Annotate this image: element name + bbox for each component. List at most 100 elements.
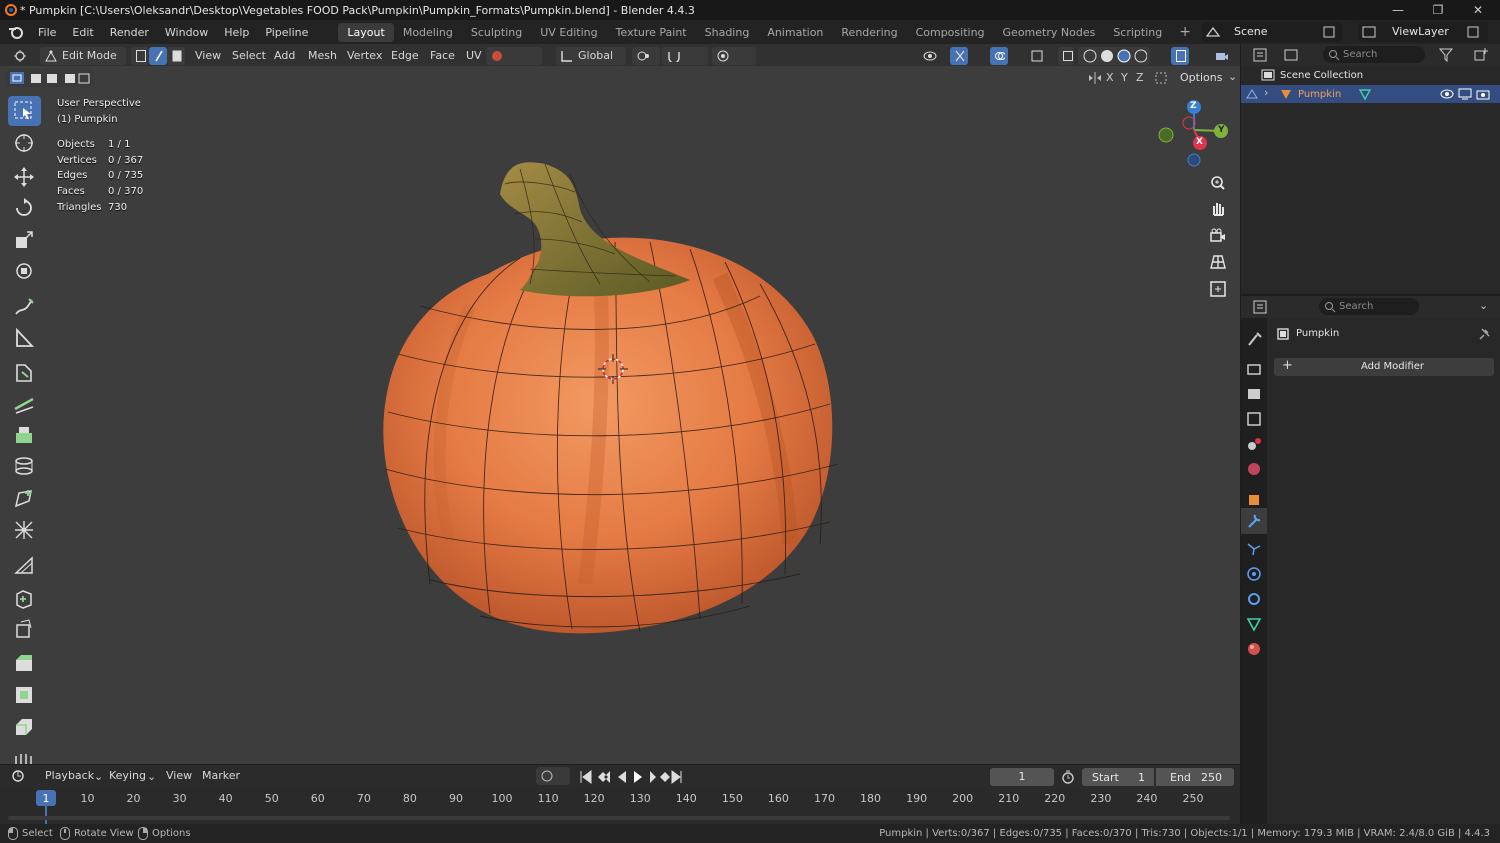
visibility-dropdown[interactable]: [918, 47, 948, 65]
tool-more[interactable]: [8, 744, 41, 764]
workspace-tab-layout[interactable]: Layout: [338, 22, 394, 42]
proportional-editing-dropdown[interactable]: [712, 47, 756, 65]
tool-add-cube[interactable]: [8, 358, 41, 388]
workspace-tab-shading[interactable]: Shading: [696, 23, 759, 42]
timeline-menu-playback[interactable]: Playback: [40, 767, 99, 785]
outliner-editor-type-icon[interactable]: [1253, 48, 1275, 62]
outliner-row-pumpkin[interactable]: › Pumpkin: [1241, 85, 1500, 103]
tool-shear[interactable]: [8, 550, 41, 580]
menu-edit[interactable]: Edit: [64, 26, 101, 39]
pivot-point-dropdown[interactable]: [632, 47, 660, 65]
workspace-tab-sculpting[interactable]: Sculpting: [462, 23, 531, 42]
new-view-layer-icon[interactable]: [1466, 25, 1480, 39]
menu-mesh[interactable]: Mesh: [303, 47, 342, 65]
tool-bevel[interactable]: [8, 680, 41, 710]
add-modifier-button[interactable]: + Add Modifier: [1274, 358, 1494, 376]
menu-face[interactable]: Face: [425, 47, 460, 65]
tool-edge-slide[interactable]: [8, 515, 41, 545]
snapping-dropdown[interactable]: [662, 47, 708, 65]
mirror-axis-z[interactable]: Z: [1136, 71, 1144, 84]
add-workspace-icon[interactable]: +: [1171, 24, 1199, 40]
data-tab-icon[interactable]: [1245, 615, 1263, 633]
workspace-tab-modeling[interactable]: Modeling: [394, 23, 462, 42]
camera-toggle-button[interactable]: [1206, 224, 1230, 248]
constraints-tab-icon[interactable]: [1245, 590, 1263, 608]
mesh-edit-overlay-dropdown[interactable]: [1026, 47, 1054, 65]
tool-annotate[interactable]: [8, 292, 41, 322]
render-tab-icon[interactable]: [1245, 360, 1263, 378]
workspace-tab-animation[interactable]: Animation: [758, 23, 832, 42]
timeline-scrollbar[interactable]: [8, 816, 1230, 820]
perspective-toggle-button[interactable]: [1206, 250, 1230, 274]
start-frame-field[interactable]: Start 1: [1082, 768, 1154, 786]
face-select-button[interactable]: [167, 47, 185, 65]
new-scene-icon[interactable]: [1322, 25, 1336, 39]
attribute-display-dropdown[interactable]: [486, 47, 542, 65]
tool-extrude[interactable]: [8, 420, 41, 450]
mirror-icon[interactable]: [1088, 72, 1102, 84]
menu-file[interactable]: File: [30, 26, 64, 39]
camera-view-icon[interactable]: [1210, 47, 1234, 65]
object-tab-icon[interactable]: [1245, 491, 1263, 509]
new-collection-icon[interactable]: [1473, 48, 1495, 62]
minimize-button[interactable]: —: [1378, 0, 1418, 20]
menu-window[interactable]: Window: [157, 26, 216, 39]
zoom-button[interactable]: [1206, 171, 1230, 195]
modifiers-tab-icon[interactable]: [1245, 512, 1263, 530]
end-frame-field[interactable]: End 250: [1156, 768, 1234, 786]
workspace-tab-texture-paint[interactable]: Texture Paint: [607, 23, 696, 42]
view-layer-selector[interactable]: ViewLayer: [1358, 22, 1488, 42]
mirror-axis-x[interactable]: X: [1106, 71, 1114, 84]
overlays-toggle[interactable]: [990, 47, 1008, 65]
properties-editor-type-icon[interactable]: [1253, 300, 1275, 314]
select-mode-buttons[interactable]: [6, 69, 94, 87]
workspace-tab-uv-editing[interactable]: UV Editing: [531, 23, 606, 42]
visibility-eye-icon[interactable]: [1440, 88, 1454, 100]
tool-cursor[interactable]: [8, 128, 41, 158]
display-mode-icon[interactable]: [1284, 48, 1306, 62]
menu-uv[interactable]: UV: [461, 47, 487, 65]
shading-mode-buttons[interactable]: [1078, 47, 1150, 65]
tool-shrink-fatten[interactable]: [8, 584, 41, 614]
local-view-button[interactable]: [1206, 277, 1230, 301]
current-frame-field[interactable]: 1: [990, 768, 1054, 786]
menu-add[interactable]: Add: [269, 47, 300, 65]
menu-select[interactable]: Select: [227, 47, 271, 65]
menu-pipeline[interactable]: Pipeline: [257, 26, 316, 39]
tool-loop-cut[interactable]: [8, 712, 41, 742]
menu-vertex[interactable]: Vertex: [342, 47, 387, 65]
filter-icon[interactable]: [1439, 48, 1461, 62]
tool-select-box[interactable]: [8, 96, 41, 126]
tool-push-pull[interactable]: [8, 614, 41, 644]
gizmo-toggle[interactable]: [950, 47, 968, 65]
workspace-tab-compositing[interactable]: Compositing: [907, 23, 994, 42]
tool-knife[interactable]: [8, 389, 41, 419]
tool-spin[interactable]: [8, 451, 41, 481]
options-dropdown[interactable]: Options: [1180, 71, 1222, 84]
particles-tab-icon[interactable]: [1245, 540, 1263, 558]
maximize-button[interactable]: ❐: [1418, 0, 1458, 20]
timeline-menu-marker[interactable]: Marker: [197, 767, 245, 785]
workspace-tab-geometry-nodes[interactable]: Geometry Nodes: [994, 23, 1105, 42]
pan-button[interactable]: [1206, 197, 1230, 221]
viewport-display-icon[interactable]: [1458, 88, 1472, 100]
properties-options-chevron-icon[interactable]: ⌄: [1479, 299, 1488, 312]
tool-move[interactable]: [8, 162, 41, 192]
output-tab-icon[interactable]: [1245, 385, 1263, 403]
vertex-select-button[interactable]: [131, 47, 149, 65]
editor-type-icon[interactable]: [8, 47, 36, 65]
xray-toggle[interactable]: [1058, 47, 1074, 65]
tool-rotate[interactable]: [8, 193, 41, 223]
tool-poly-build[interactable]: [8, 483, 41, 513]
mirror-axis-y[interactable]: Y: [1121, 71, 1128, 84]
menu-render[interactable]: Render: [102, 26, 157, 39]
3d-viewport[interactable]: Edit Mode View Select Add Mesh Vertex Ed…: [0, 44, 1240, 764]
workspace-tab-scripting[interactable]: Scripting: [1104, 23, 1171, 42]
timeline-menu-view[interactable]: View: [161, 767, 197, 785]
material-tab-icon[interactable]: [1245, 640, 1263, 658]
auto-merge-icon[interactable]: [1154, 71, 1168, 85]
pin-icon[interactable]: [1477, 327, 1491, 341]
edge-select-button[interactable]: [149, 47, 167, 65]
tool-measure[interactable]: [8, 323, 41, 353]
preview-range-icon[interactable]: [1061, 770, 1075, 784]
